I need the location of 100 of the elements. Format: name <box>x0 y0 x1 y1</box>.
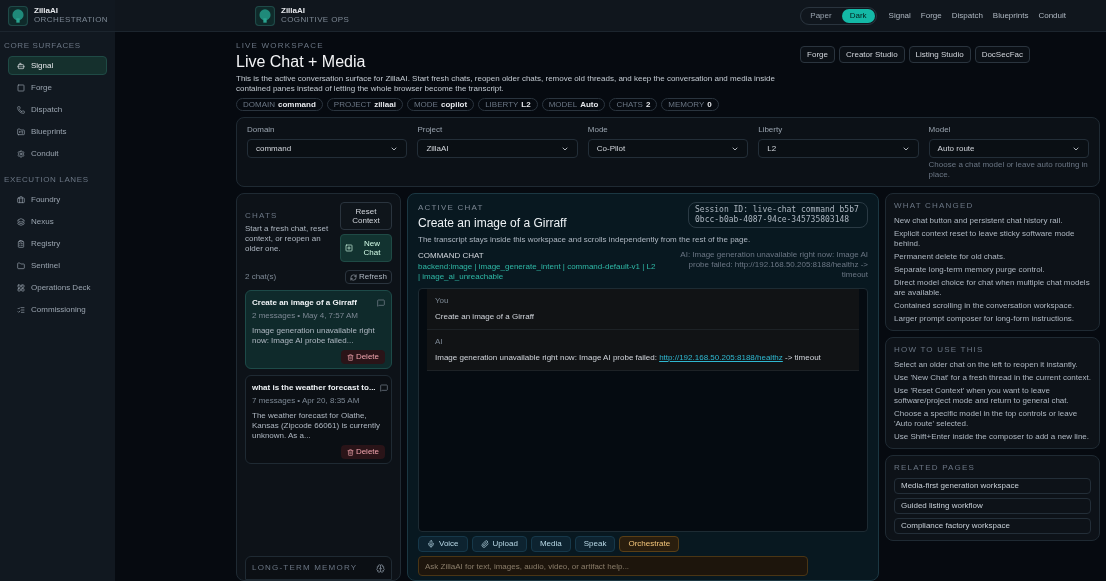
sidebar-item[interactable]: Commissioning <box>8 300 107 319</box>
workspace-link-button[interactable]: Forge <box>800 46 835 63</box>
select-field[interactable]: command <box>247 139 408 158</box>
theme-option[interactable]: Paper <box>802 8 840 23</box>
info-text: Direct model choice for chat when multiple chat models are available. <box>894 278 1091 298</box>
brain-icon <box>376 563 385 573</box>
info-text: Permanent delete for old chats. <box>894 252 1007 262</box>
nav-icon <box>17 195 25 204</box>
info-text: Use 'New Chat' for a fresh thread in the current context. <box>894 373 1091 383</box>
info-text: Choose a specific model in the top controls or leave 'Auto route' selected. <box>894 409 1079 429</box>
tool-button[interactable]: Media <box>530 536 571 552</box>
select-field[interactable]: L2 <box>758 139 919 158</box>
message-role: AI <box>435 336 444 348</box>
chat-preview: The weather forecast for Olathe, Kansas (Zipcode 66061) is currently unknown. As a... <box>252 411 382 441</box>
trash-icon <box>346 353 354 361</box>
select-field[interactable]: Co-Pilot <box>587 139 749 158</box>
info-text: Use 'Reset Context' when you want to leave software/project mode and return to general chat. <box>894 386 1070 406</box>
page-eyebrow: LIVE WORKSPACE <box>236 40 325 52</box>
chat-history-item[interactable]: what is the weather forecast to... 7 messages • Apr 20, 8:35 AM The weather forecast for Olathe, Kansas (Zipcode 66061) is currently unknown. As a... Delete <box>245 375 392 464</box>
info-text: New chat button and persistent chat history rail. <box>894 216 1064 226</box>
nav-link[interactable]: Conduit <box>1038 9 1066 22</box>
workspace-link-button[interactable]: DocSecFac <box>974 46 1030 63</box>
nav-icon <box>17 149 25 158</box>
chat-title: what is the weather forecast to... <box>252 382 376 394</box>
sidebar-item[interactable]: Forge <box>8 78 107 97</box>
info-text: Larger prompt composer for long-form instructions. <box>894 314 1076 324</box>
panel-eyebrow: CHATS <box>245 210 279 222</box>
chat-title: Create an image of a Girraff <box>252 297 358 309</box>
chat-meta: 7 messages • Apr 20, 8:35 AM <box>252 395 361 407</box>
sidebar-item[interactable]: Conduit <box>8 144 107 163</box>
sidebar-item[interactable]: Nexus <box>8 212 107 231</box>
nav-icon <box>17 61 25 70</box>
related-link[interactable]: Compliance factory workspace <box>894 518 1091 534</box>
field-label: Liberty <box>758 124 784 136</box>
delete-button[interactable]: Delete <box>340 445 385 459</box>
brand-subtitle: COGNITIVE OPS <box>281 16 350 24</box>
plus-icon <box>345 244 353 252</box>
nav-icon <box>17 305 25 314</box>
workspace-link-button[interactable]: Creator Studio <box>839 46 905 63</box>
brand-subtitle: ORCHESTRATION <box>34 16 108 24</box>
nav-icon <box>17 83 25 92</box>
info-text: Explicit context reset to leave sticky software mode behind. <box>894 229 1076 249</box>
delete-button[interactable]: Delete <box>340 350 385 364</box>
sidebar-item[interactable]: Registry <box>8 234 107 253</box>
nav-link[interactable]: Blueprints <box>992 9 1029 22</box>
info-text: Use Shift+Enter inside the composer to add a new line. <box>894 432 1090 442</box>
nav-link[interactable]: Dispatch <box>951 9 983 22</box>
tool-button[interactable]: Orchestrate <box>619 536 680 552</box>
new-chat-button[interactable]: New Chat <box>340 234 392 262</box>
message-role: You <box>435 295 450 307</box>
info-text: Select an older chat on the left to reopen it instantly. <box>894 360 1079 370</box>
message-text: Create an image of a Girraff <box>435 311 535 323</box>
health-link[interactable]: http://192.168.50.205:8188/healthz <box>659 353 783 362</box>
panel-eyebrow: ACTIVE CHAT <box>418 202 485 214</box>
tool-button[interactable]: Voice <box>418 536 468 552</box>
card-title: RELATED PAGES <box>894 462 977 474</box>
sidebar-item[interactable]: Dispatch <box>8 100 107 119</box>
nav-icon <box>17 283 25 292</box>
logo-icon <box>255 5 275 26</box>
sidebar-item[interactable]: Signal <box>8 56 107 75</box>
chat-mode-label: COMMAND CHAT <box>418 250 485 262</box>
chat-icon <box>379 384 388 392</box>
workspace-link-button[interactable]: Listing Studio <box>908 46 971 63</box>
nav-link[interactable]: Signal <box>888 9 911 22</box>
info-text: Contained scrolling in the conversation workspace. <box>894 301 1076 311</box>
field-label: Domain <box>247 124 276 136</box>
chat-count: 2 chat(s) <box>245 271 277 283</box>
chat-meta: 2 messages • May 4, 7:57 AM <box>252 310 359 322</box>
related-link[interactable]: Media-first generation workspace <box>894 478 1091 494</box>
card-title: WHAT CHANGED <box>894 200 975 212</box>
sidebar-item[interactable]: Foundry <box>8 190 107 209</box>
tool-button[interactable]: Upload <box>471 536 527 552</box>
nav-icon <box>17 261 25 270</box>
nav-icon <box>17 217 25 226</box>
sidebar-item[interactable]: Sentinel <box>8 256 107 275</box>
related-link[interactable]: Guided listing workflow <box>894 498 1091 514</box>
page-description: This is the active conversation surface for ZillaAI. Start fresh chats, reopen older chats, remove old threads, and keep the conversation and media inside contained panes instead of letting the whole browser become the transcript. <box>236 74 776 94</box>
chat-history-item[interactable]: Create an image of a Girraff 2 messages • May 4, 7:57 AM Image generation unavailable right now: Image AI probe failed... Delete <box>245 290 392 369</box>
sidebar-item[interactable]: Blueprints <box>8 122 107 141</box>
field-hint: Choose a chat model or leave auto routing in place. <box>928 160 1089 180</box>
microphone-icon <box>427 540 435 548</box>
message-text: Image generation unavailable right now: Image AI probe failed: http://192.168.50.205:8188/healthz -> timeout <box>435 352 822 364</box>
select-field[interactable]: ZillaAI <box>417 139 578 158</box>
nav-link[interactable]: Forge <box>920 9 942 22</box>
select-field[interactable]: Auto route <box>928 139 1089 158</box>
section-heading: EXECUTION LANES <box>3 174 90 186</box>
panel-description: Start a fresh chat, reset context, or reopen an older one. <box>245 224 330 254</box>
sidebar-item[interactable]: Operations Deck <box>8 278 107 297</box>
chat-subtitle: The transcript stays inside this workspace and scrolls independently from the rest of the page. <box>418 234 752 246</box>
logo-icon <box>8 5 28 26</box>
paperclip-icon <box>480 540 489 548</box>
theme-option[interactable]: Dark <box>841 8 875 23</box>
reset-context-button[interactable]: Reset Context <box>340 202 392 230</box>
routing-tags: backend:image | image_generate_intent | command-default-v1 | L2 | image_ai_unreachable <box>418 262 658 282</box>
refresh-button[interactable]: Refresh <box>345 270 392 284</box>
page-title: Live Chat + Media <box>236 52 367 72</box>
composer-field[interactable]: Ask ZillaAI for text, images, audio, video, or artifact help... <box>418 556 808 576</box>
section-heading: CORE SURFACES <box>3 40 82 52</box>
ai-status: AI: Image generation unavailable right now: Image AI probe failed: http://192.168.50.205:8188/healthz -> timeout <box>679 250 868 280</box>
tool-button[interactable]: Speak <box>574 536 616 552</box>
